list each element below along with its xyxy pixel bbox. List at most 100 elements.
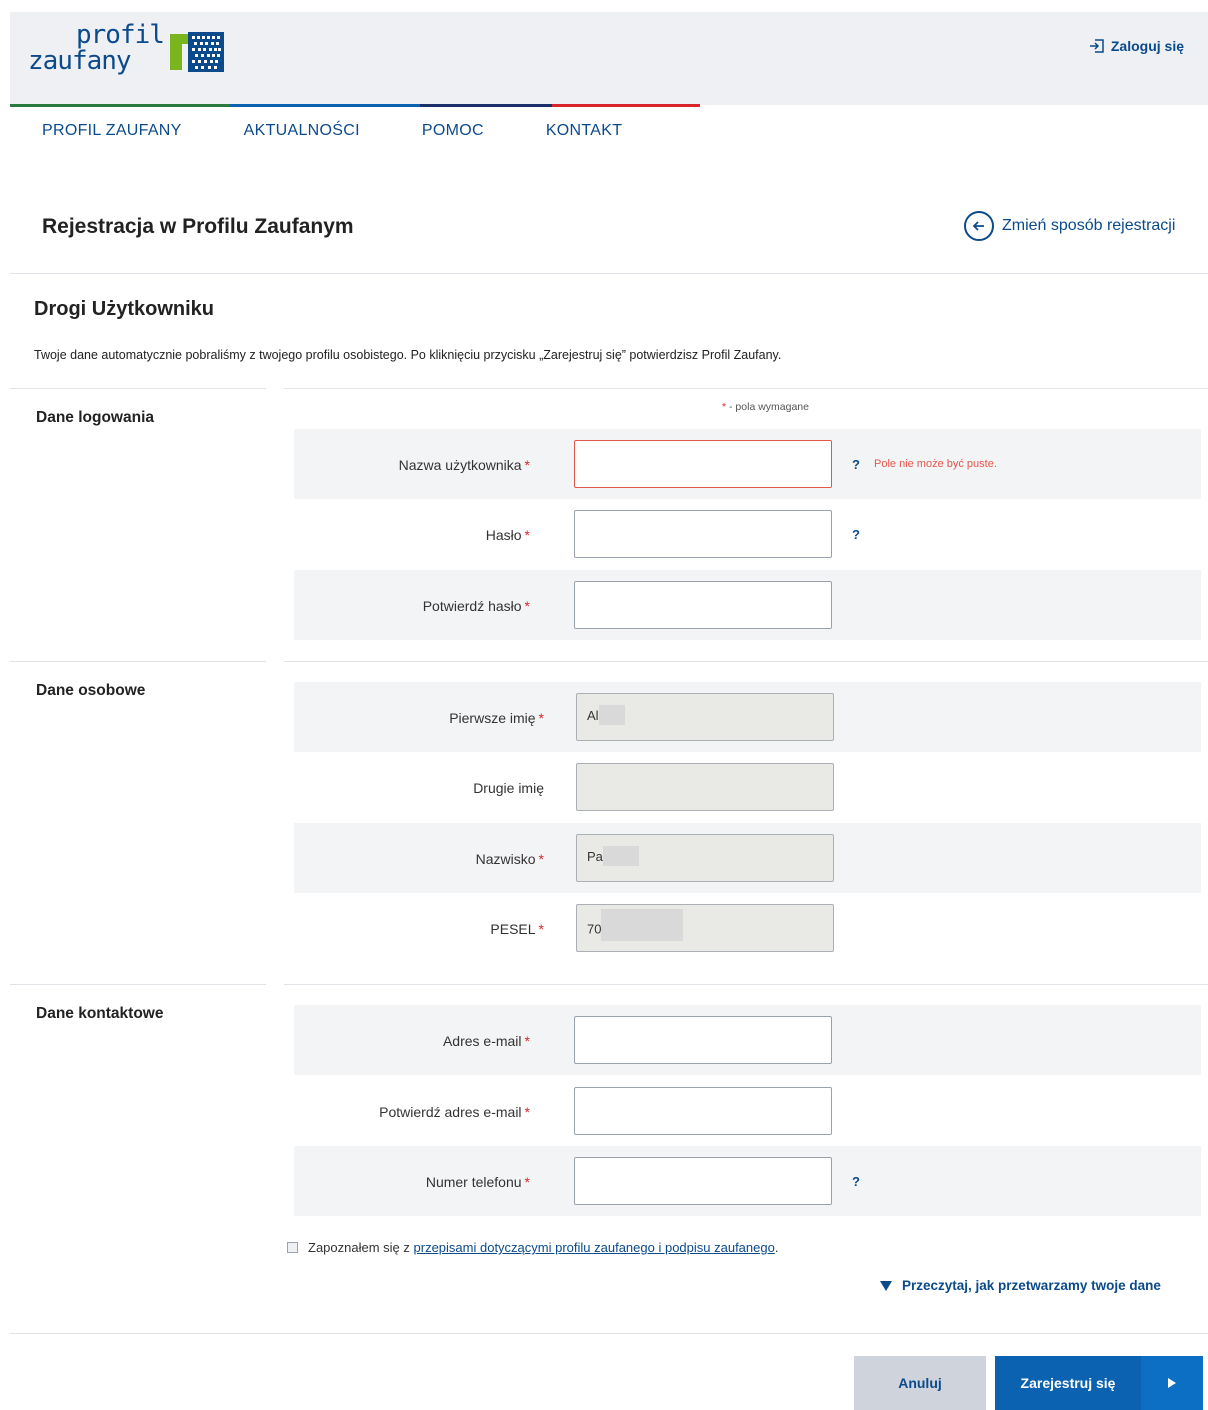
- page-title: Rejestracja w Profilu Zaufanym: [42, 215, 354, 238]
- phone-help-icon[interactable]: ?: [852, 1174, 860, 1189]
- middle-name-readonly: [576, 763, 834, 811]
- agreement-checkbox[interactable]: [287, 1242, 298, 1253]
- email-confirm-label-text: Potwierdź adres e-mail: [379, 1104, 522, 1120]
- redaction-mask: [599, 704, 625, 725]
- header-stripe-green: [10, 104, 230, 107]
- email-label-text: Adres e-mail: [442, 1033, 522, 1049]
- header-stripe-red: [552, 104, 700, 107]
- triangle-down-icon: [880, 1280, 892, 1291]
- required-star: *: [538, 710, 544, 726]
- divider: [10, 661, 266, 662]
- email-label: Adres e-mail *: [284, 1033, 530, 1049]
- phone-label-text: Numer telefonu: [425, 1174, 522, 1190]
- arrow-left-circle-icon: [964, 211, 994, 241]
- nav-item-kontakt[interactable]: KONTAKT: [546, 122, 622, 140]
- nav-item-pomoc[interactable]: POMOC: [422, 122, 484, 140]
- divider: [10, 388, 266, 389]
- change-registration-label: Zmień sposób rejestracji: [1002, 217, 1176, 234]
- first-name-value: Ala: [587, 708, 599, 723]
- email-confirm-input[interactable]: [574, 1087, 832, 1135]
- password-input[interactable]: [574, 510, 832, 558]
- required-star: *: [524, 527, 530, 543]
- password-confirm-label: Potwierdź hasło *: [284, 598, 530, 614]
- password-label: Hasło *: [284, 527, 530, 543]
- required-note: * - pola wymagane: [722, 401, 809, 413]
- required-star: *: [538, 851, 544, 867]
- change-registration-link[interactable]: Zmień sposób rejestracji: [964, 211, 1175, 241]
- form-row-email: Adres e-mail *: [294, 1005, 1201, 1075]
- section-title-personal: Dane osobowe: [36, 682, 146, 699]
- nav-item-profil-zaufany[interactable]: PROFIL ZAUFANY: [42, 122, 182, 140]
- password-confirm-input[interactable]: [574, 581, 832, 629]
- agreement-prefix: Zapoznałem się z: [308, 1240, 410, 1255]
- agreement-link[interactable]: przepisami dotyczącymi profilu zaufanego…: [414, 1240, 775, 1255]
- required-star: *: [538, 921, 544, 937]
- form-row-username: Nazwa użytkownika * ? Pole nie może być p…: [294, 429, 1201, 499]
- redaction-mask: [601, 909, 684, 941]
- required-star: *: [524, 1033, 530, 1049]
- cancel-button-label: Anuluj: [898, 1375, 942, 1391]
- last-name-readonly: Pa: [576, 834, 834, 882]
- read-data-processing-link[interactable]: Przeczytaj, jak przetwarzamy twoje dane: [880, 1278, 1161, 1293]
- divider: [284, 984, 1208, 985]
- username-error: Pole nie może być puste.: [874, 458, 997, 470]
- logo-line2: zaufany: [28, 46, 132, 76]
- divider: [284, 388, 1208, 389]
- logo[interactable]: profil zaufany: [28, 22, 165, 76]
- redaction-mask: [602, 845, 639, 866]
- last-name-label-text: Nazwisko: [475, 851, 536, 867]
- login-label: Zaloguj się: [1110, 38, 1184, 54]
- first-name-readonly: Ala: [576, 693, 834, 741]
- pesel-label-text: PESEL: [490, 921, 536, 937]
- agreement-suffix: .: [774, 1240, 779, 1255]
- divider: [10, 273, 1208, 274]
- form-row-pesel: PESEL * 70: [294, 893, 1201, 963]
- password-confirm-label-text: Potwierdź hasło: [422, 598, 522, 614]
- pesel-value: 70: [587, 921, 602, 937]
- username-input[interactable]: [574, 440, 832, 488]
- cancel-button[interactable]: Anuluj: [854, 1356, 986, 1410]
- phone-input[interactable]: [574, 1157, 832, 1205]
- login-link[interactable]: Zaloguj się: [1089, 38, 1184, 54]
- play-arrow-icon: [1141, 1356, 1203, 1410]
- username-label: Nazwa użytkownika *: [284, 457, 530, 473]
- email-input[interactable]: [574, 1016, 832, 1064]
- form-row-email-confirm: Potwierdź adres e-mail *: [294, 1076, 1201, 1146]
- username-help-icon[interactable]: ?: [852, 457, 860, 472]
- nav-item-aktualnosci[interactable]: AKTUALNOŚCI: [244, 122, 360, 140]
- required-note-text: - pola wymagane: [729, 401, 809, 413]
- required-star: *: [722, 401, 727, 413]
- last-name-value: Pa: [587, 849, 603, 864]
- first-name-label-text: Pierwsze imię: [449, 710, 536, 726]
- middle-name-label-text: Drugie imię: [473, 780, 544, 796]
- agreement-row: Zapoznałem się z przepisami dotyczącymi …: [287, 1240, 778, 1255]
- middle-name-label: Drugie imię: [294, 780, 544, 796]
- logo-mark-icon: [170, 32, 224, 72]
- form-row-middle-name: Drugie imię: [294, 752, 1201, 822]
- login-icon: [1089, 39, 1104, 53]
- register-button[interactable]: Zarejestruj się: [995, 1356, 1203, 1410]
- required-star: *: [524, 598, 530, 614]
- form-row-first-name: Pierwsze imię* Ala: [294, 682, 1201, 752]
- header-stripe-blue: [230, 104, 420, 107]
- form-row-phone: Numer telefonu * ?: [294, 1146, 1201, 1216]
- header-stripe-navy: [420, 104, 552, 107]
- divider: [284, 661, 1208, 662]
- first-name-label: Pierwsze imię *: [294, 710, 544, 726]
- required-star: *: [524, 1104, 530, 1120]
- divider: [10, 1333, 1208, 1334]
- last-name-label: Nazwisko *: [294, 851, 544, 867]
- section-title-login: Dane logowania: [36, 409, 154, 426]
- phone-label: Numer telefonu *: [284, 1174, 530, 1190]
- username-label-text: Nazwa użytkownika: [398, 457, 522, 473]
- password-help-icon[interactable]: ?: [852, 527, 860, 542]
- divider: [10, 984, 266, 985]
- greeting-heading: Drogi Użytkowniku: [34, 298, 215, 320]
- password-label-text: Hasło: [485, 527, 522, 543]
- main-nav: PROFIL ZAUFANY AKTUALNOŚCI POMOC KONTAKT: [10, 122, 652, 140]
- section-title-contact: Dane kontaktowe: [36, 1005, 164, 1022]
- pesel-label: PESEL *: [294, 921, 544, 937]
- email-confirm-label: Potwierdź adres e-mail *: [284, 1104, 530, 1120]
- agreement-text: Zapoznałem się z przepisami dotyczącymi …: [308, 1240, 778, 1255]
- register-button-label: Zarejestruj się: [1020, 1375, 1116, 1391]
